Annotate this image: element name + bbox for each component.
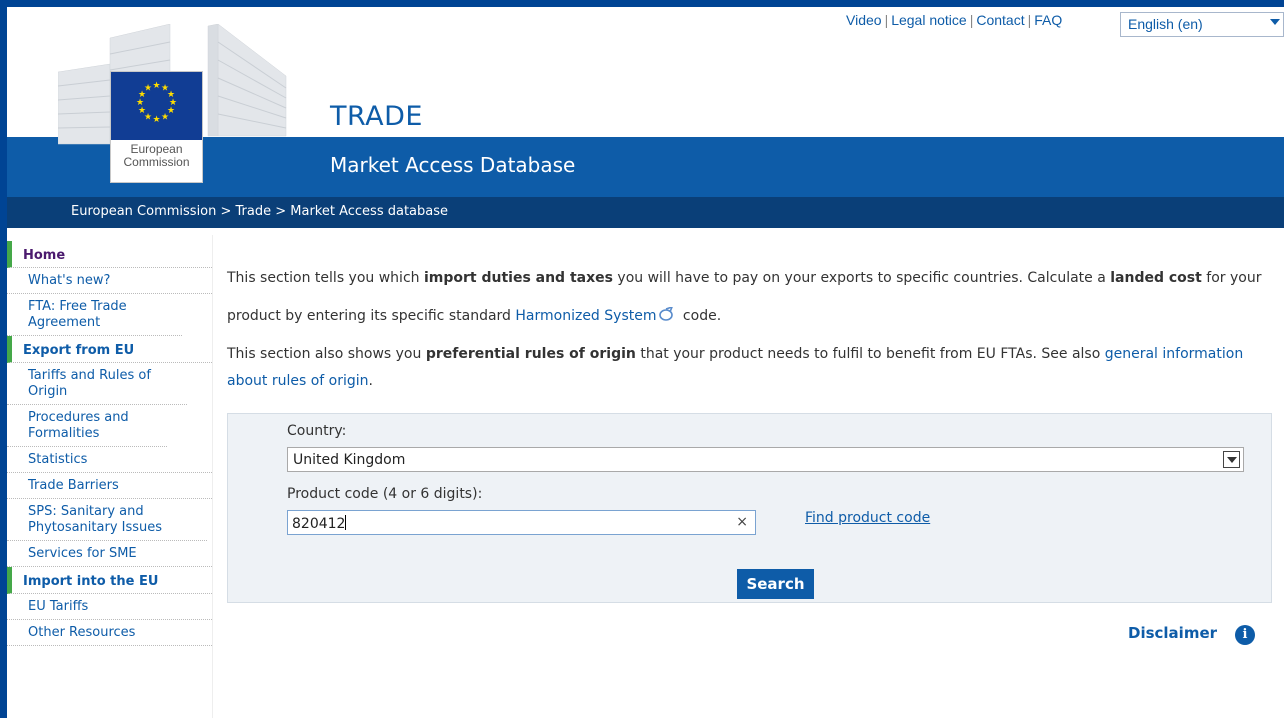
- faq-link[interactable]: FAQ: [1034, 12, 1062, 28]
- intro-paragraph-2: This section also shows you preferential…: [227, 341, 1277, 395]
- svg-text:★: ★: [152, 115, 160, 125]
- sidebar-item-trade-barriers[interactable]: Trade Barriers: [7, 473, 212, 499]
- sidebar-section-import[interactable]: Import into the EU: [7, 567, 212, 594]
- intro-text: This section also shows you: [227, 346, 426, 362]
- video-link[interactable]: Video: [846, 12, 882, 28]
- sidebar-item-statistics[interactable]: Statistics: [7, 447, 212, 473]
- svg-text:★: ★: [161, 113, 169, 123]
- sidebar-item-other-resources[interactable]: Other Resources: [7, 620, 212, 646]
- logo-caption-line2: Commission: [123, 155, 190, 169]
- intro-text: code.: [678, 308, 722, 324]
- product-code-input[interactable]: 820412 ×: [287, 510, 756, 535]
- country-select[interactable]: United Kingdom: [287, 447, 1244, 472]
- intro-bold-rules-of-origin: preferential rules of origin: [425, 346, 636, 362]
- clear-icon[interactable]: ×: [736, 514, 748, 530]
- disclaimer-link[interactable]: Disclaimer: [1128, 624, 1217, 642]
- logo-caption-line1: European: [130, 142, 183, 156]
- sidebar-divider: [212, 235, 213, 718]
- legal-notice-link[interactable]: Legal notice: [891, 12, 967, 28]
- site-title: TRADE: [330, 101, 423, 132]
- text-cursor: [345, 515, 347, 530]
- nav-separator: |: [1027, 12, 1032, 28]
- sidebar-item-whats-new[interactable]: What's new?: [7, 268, 212, 294]
- sidebar-item-tariffs[interactable]: Tariffs and Rules of Origin: [7, 363, 187, 405]
- search-form: Country: United Kingdom Product code (4 …: [227, 413, 1272, 603]
- nav-separator: |: [969, 12, 974, 28]
- contact-link[interactable]: Contact: [976, 12, 1024, 28]
- sidebar-item-procedures[interactable]: Procedures and Formalities: [7, 405, 167, 447]
- intro-text: that your product needs to fulfil to ben…: [635, 346, 1105, 362]
- svg-text:★: ★: [144, 84, 152, 94]
- top-nav: Video | Legal notice | Contact | FAQ: [846, 12, 1062, 28]
- intro-text: you will have to pay on your exports to …: [612, 270, 1111, 286]
- sidebar-item-eu-tariffs[interactable]: EU Tariffs: [7, 594, 212, 620]
- product-code-value: 820412: [292, 516, 346, 532]
- harmonized-system-link[interactable]: Harmonized System: [515, 308, 656, 324]
- intro-text: This section tells you which: [227, 270, 424, 286]
- language-select[interactable]: English (en): [1120, 12, 1284, 37]
- main-content: This section tells you which import duti…: [227, 263, 1277, 401]
- sidebar-item-services-sme[interactable]: Services for SME: [7, 541, 212, 567]
- svg-text:★: ★: [152, 81, 160, 91]
- sidebar-section-export[interactable]: Export from EU: [7, 336, 212, 363]
- info-icon[interactable]: i: [1235, 625, 1255, 645]
- intro-bold-landed-cost: landed cost: [1110, 270, 1202, 286]
- intro-paragraph-1: This section tells you which import duti…: [227, 259, 1277, 335]
- breadcrumb-text[interactable]: European Commission > Trade > Market Acc…: [71, 204, 448, 219]
- find-product-code-link[interactable]: Find product code: [805, 510, 930, 526]
- eu-flag-icon: ★ ★ ★ ★ ★ ★ ★ ★ ★ ★ ★ ★: [111, 72, 202, 140]
- window-frame-left: [0, 0, 7, 718]
- country-label: Country:: [287, 423, 347, 439]
- external-link-icon[interactable]: [658, 307, 674, 321]
- sidebar-item-fta[interactable]: FTA: Free Trade Agreement: [7, 294, 182, 336]
- site-subtitle: Market Access Database: [330, 153, 576, 177]
- language-select-value: English (en): [1128, 16, 1203, 32]
- european-commission-logo[interactable]: ★ ★ ★ ★ ★ ★ ★ ★ ★ ★ ★ ★ European Commiss…: [110, 71, 203, 183]
- logo-caption: European Commission: [111, 143, 202, 169]
- chevron-down-icon[interactable]: [1223, 451, 1240, 468]
- dropdown-arrow-icon: [1270, 19, 1280, 25]
- product-code-label: Product code (4 or 6 digits):: [287, 486, 483, 502]
- intro-bold-duties: import duties and taxes: [423, 270, 613, 286]
- page: ★ ★ ★ ★ ★ ★ ★ ★ ★ ★ ★ ★ European Commiss…: [0, 0, 1284, 718]
- sidebar-item-sps[interactable]: SPS: Sanitary and Phytosanitary Issues: [7, 499, 207, 541]
- search-button[interactable]: Search: [737, 569, 814, 599]
- breadcrumb: European Commission > Trade > Market Acc…: [7, 197, 1284, 228]
- sidebar-item-home[interactable]: Home: [7, 241, 212, 268]
- country-select-value: United Kingdom: [293, 452, 406, 468]
- sidebar: Home What's new? FTA: Free Trade Agreeme…: [7, 235, 213, 718]
- intro-text: .: [368, 373, 373, 389]
- nav-separator: |: [884, 12, 889, 28]
- window-frame-top: [0, 0, 1284, 7]
